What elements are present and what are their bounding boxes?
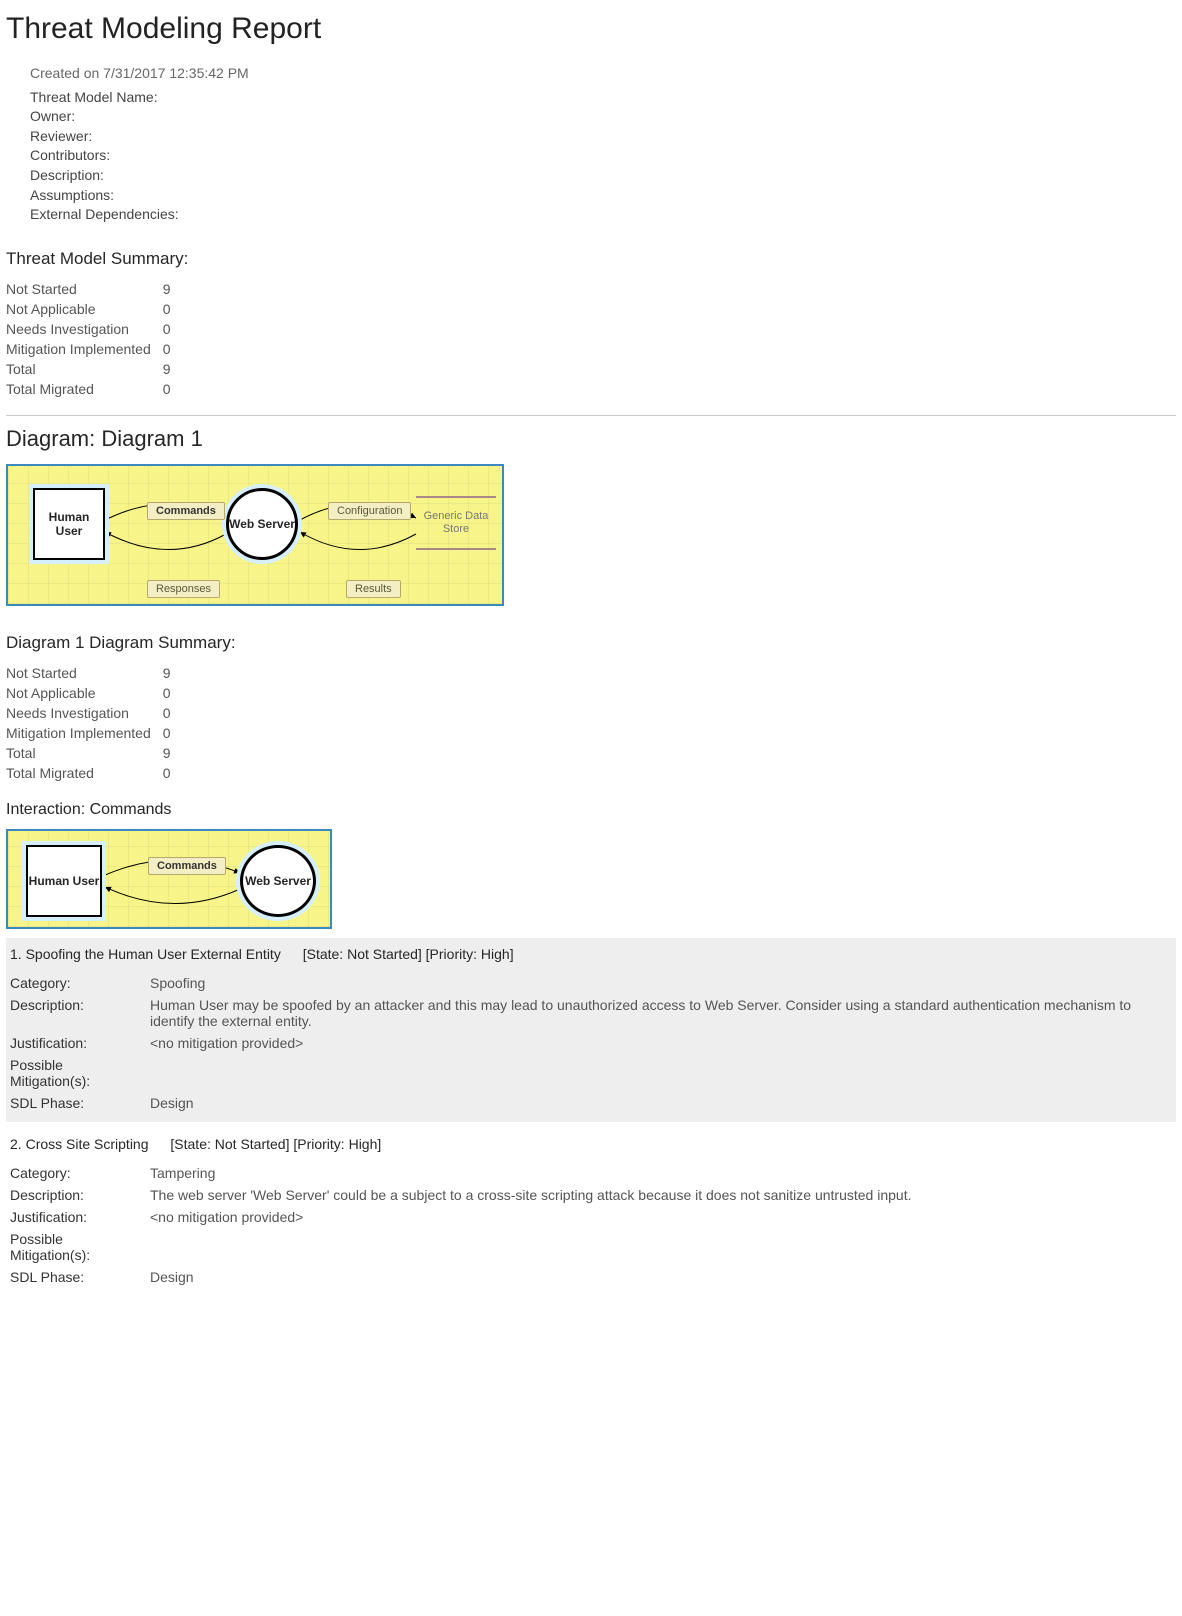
threat-title: 1. Spoofing the Human User External Enti… — [10, 946, 1172, 962]
table-row: Mitigation Implemented0 — [6, 339, 177, 359]
table-row: Not Started9 — [6, 279, 177, 299]
meta-assumptions: Assumptions: — [30, 186, 1176, 206]
diagram-heading: Diagram: Diagram 1 — [6, 426, 1176, 452]
threat-title: 2. Cross Site Scripting [State: Not Star… — [10, 1136, 1172, 1152]
meta-description: Description: — [30, 166, 1176, 186]
flow-commands-label: Commands — [148, 857, 226, 875]
node-human-user: Human User — [26, 845, 102, 917]
table-row: Not Applicable0 — [6, 683, 177, 703]
diagram-summary-table: Not Started9 Not Applicable0 Needs Inves… — [6, 663, 177, 783]
interaction-heading: Interaction: Commands — [6, 801, 1176, 819]
node-web-server: Web Server — [226, 488, 298, 560]
table-row: Total Migrated0 — [6, 379, 177, 399]
table-row: Not Started9 — [6, 663, 177, 683]
diagram-summary-heading: Diagram 1 Diagram Summary: — [6, 633, 1176, 653]
table-row: Total Migrated0 — [6, 763, 177, 783]
flow-configuration-label: Configuration — [328, 502, 411, 520]
table-row: Not Applicable0 — [6, 299, 177, 319]
table-row: Total9 — [6, 743, 177, 763]
node-data-store: Generic Data Store — [416, 496, 496, 550]
threat-detail-table: Category:Tampering Description:The web s… — [10, 1162, 1172, 1288]
threat-detail-table: Category:Spoofing Description:Human User… — [10, 972, 1172, 1114]
diagram-1: Human User Web Server Generic Data Store… — [6, 464, 504, 606]
meta-owner: Owner: — [30, 107, 1176, 127]
node-human-user: Human User — [33, 488, 105, 560]
meta-model-name: Threat Model Name: — [30, 88, 1176, 108]
flow-responses-label: Responses — [147, 580, 220, 598]
table-row: Total9 — [6, 359, 177, 379]
threat-1: 1. Spoofing the Human User External Enti… — [6, 938, 1176, 1122]
flow-results-label: Results — [346, 580, 401, 598]
meta-ext-dep: External Dependencies: — [30, 205, 1176, 225]
node-web-server: Web Server — [240, 845, 316, 917]
report-meta: Created on 7/31/2017 12:35:42 PM Threat … — [30, 64, 1176, 225]
flow-commands-label: Commands — [147, 502, 225, 520]
meta-reviewer: Reviewer: — [30, 127, 1176, 147]
divider — [6, 415, 1176, 416]
meta-contributors: Contributors: — [30, 146, 1176, 166]
summary-heading: Threat Model Summary: — [6, 249, 1176, 269]
interaction-diagram: Human User Web Server Commands — [6, 829, 332, 929]
summary-table: Not Started9 Not Applicable0 Needs Inves… — [6, 279, 177, 399]
page-title: Threat Modeling Report — [6, 12, 1176, 46]
created-on: Created on 7/31/2017 12:35:42 PM — [30, 64, 1176, 84]
table-row: Needs Investigation0 — [6, 703, 177, 723]
table-row: Mitigation Implemented0 — [6, 723, 177, 743]
threat-2: 2. Cross Site Scripting [State: Not Star… — [6, 1128, 1176, 1296]
table-row: Needs Investigation0 — [6, 319, 177, 339]
